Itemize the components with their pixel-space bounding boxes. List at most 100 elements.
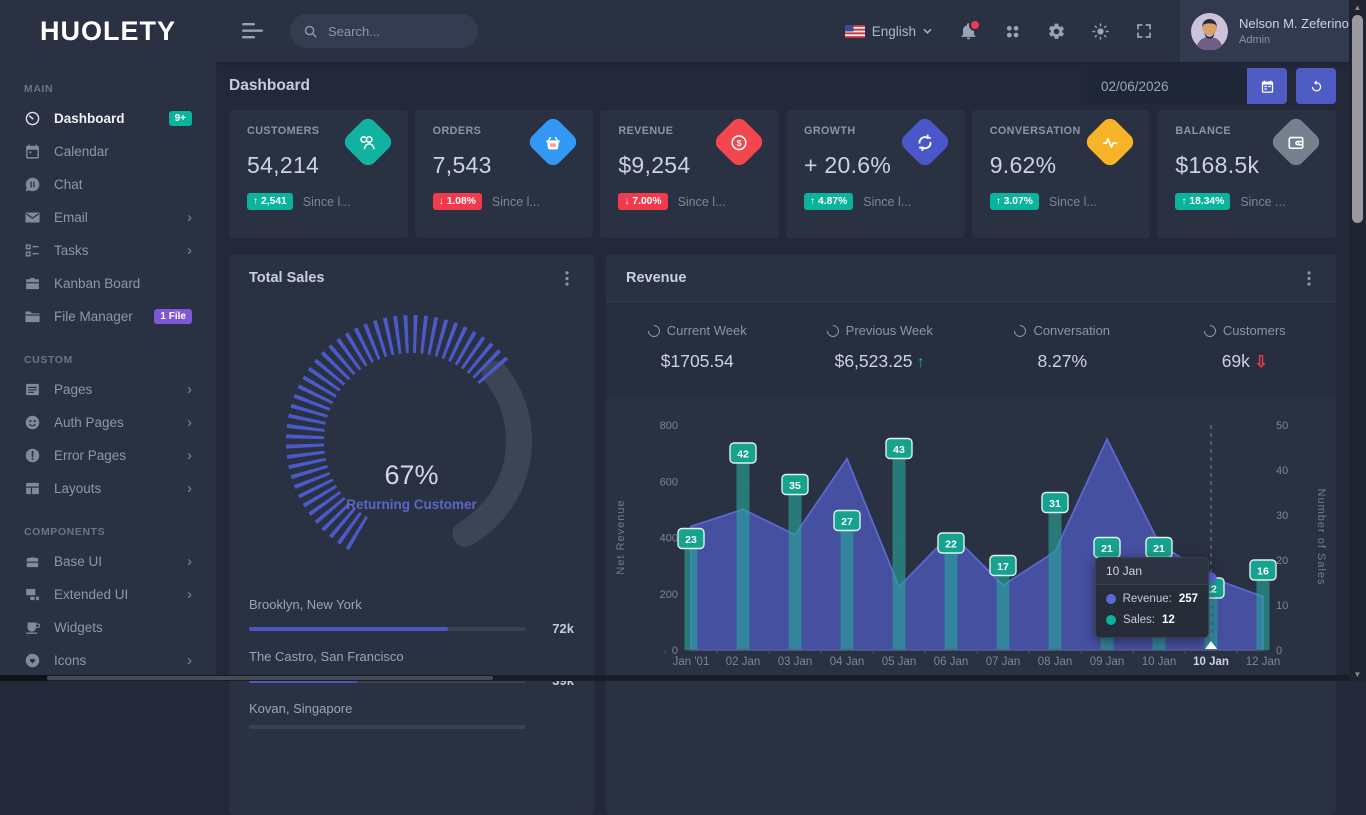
extended-ui-icon (24, 586, 41, 603)
sales-bar-value: 42 (737, 449, 749, 461)
chevron-right-icon: › (187, 210, 192, 225)
sidebar-item-file-manager[interactable]: File Manager1 File (0, 300, 216, 333)
chart-tooltip: 10 Jan Revenue: 257 Sales: 12 (1095, 557, 1209, 638)
sales-bar[interactable] (789, 493, 802, 651)
stat-card-delta: 4.87% (818, 196, 847, 207)
progress-track (249, 627, 526, 631)
svg-text:$: $ (737, 137, 742, 147)
user-menu[interactable]: Nelson M. Zeferino Admin (1180, 0, 1349, 62)
sidebar-item-base-ui[interactable]: Base UI› (0, 545, 216, 578)
sales-bar[interactable] (945, 551, 958, 650)
stat-card-since: Since l... (863, 195, 911, 209)
sidebar-item-badge: 9+ (169, 111, 192, 126)
sales-bar[interactable] (841, 529, 854, 651)
sidebar-item-tasks[interactable]: Tasks› (0, 234, 216, 267)
date-group (1087, 68, 1336, 104)
calendar-button[interactable] (1247, 68, 1287, 104)
sales-bar-value: 17 (997, 561, 1009, 573)
arrow-up-icon: ↑ (810, 196, 818, 207)
revenue-stat-previous-week[interactable]: Previous Week$6,523.25 ↑ (789, 323, 972, 372)
x-axis-label: 12 Jan (1246, 656, 1281, 668)
right-axis-tick: 40 (1276, 465, 1288, 477)
sidebar-item-pages[interactable]: Pages› (0, 373, 216, 406)
refresh-icon (1309, 79, 1324, 94)
sidebar-section-header: CUSTOM (24, 354, 192, 366)
horizontal-scrollbar[interactable] (0, 675, 1349, 681)
sidebar-item-icons[interactable]: Icons› (0, 644, 216, 677)
sidebar-item-auth-pages[interactable]: Auth Pages› (0, 406, 216, 439)
sidebar-item-chat[interactable]: Chat (0, 168, 216, 201)
notifications-bell-icon[interactable] (959, 22, 978, 41)
revenue-menu-icon[interactable] (1302, 271, 1316, 286)
arrow-up-icon: ↑ (996, 196, 1004, 207)
revenue-card: Revenue Current Week$1705.54Previous Wee… (606, 255, 1336, 815)
sidebar-item-label: Layouts (54, 481, 101, 496)
stat-card-footer: ↓ 1.08%Since l... (433, 193, 576, 210)
theme-sun-icon[interactable] (1091, 22, 1110, 41)
sidebar-nav: MAINDashboard9+CalendarChatEmail›Tasks›K… (0, 83, 216, 677)
menu-toggle-icon[interactable] (242, 22, 266, 40)
sidebar-item-extended-ui[interactable]: Extended UI › (0, 578, 216, 611)
sales-bar[interactable] (737, 461, 750, 650)
sidebar-item-layouts[interactable]: Layouts› (0, 472, 216, 505)
layouts-icon (24, 480, 41, 497)
language-selector[interactable]: English (845, 24, 932, 39)
revenue-series-dot (1106, 594, 1116, 604)
sales-bar[interactable] (893, 457, 906, 651)
stat-card-delta: 2,541 (261, 196, 287, 207)
scroll-down-arrow[interactable]: ▼ (1349, 667, 1366, 681)
user-name: Nelson M. Zeferino (1239, 16, 1349, 31)
sidebar-item-kanban-board[interactable]: Kanban Board (0, 267, 216, 300)
topbar-right: English (845, 0, 1349, 62)
x-axis-label: 06 Jan (934, 656, 969, 668)
sales-bar[interactable] (1257, 578, 1270, 650)
clock-circle-icon (1012, 322, 1029, 339)
search-input[interactable] (326, 23, 460, 40)
scroll-up-arrow[interactable]: ▲ (1349, 0, 1366, 14)
revenue-stat-current-week[interactable]: Current Week$1705.54 (606, 323, 789, 372)
chevron-right-icon: › (187, 415, 192, 430)
sidebar-item-error-pages[interactable]: Error Pages› (0, 439, 216, 472)
brand-logo[interactable]: HUOLETY (0, 0, 216, 62)
stat-card-delta-badge: ↑ 4.87% (804, 193, 853, 210)
page-title: Dashboard (229, 77, 310, 95)
fullscreen-icon[interactable] (1135, 22, 1153, 40)
sidebar: HUOLETY MAINDashboard9+CalendarChatEmail… (0, 0, 216, 681)
sidebar-item-dashboard[interactable]: Dashboard9+ (0, 102, 216, 135)
revenue-stats-strip: Current Week$1705.54Previous Week$6,523.… (606, 302, 1336, 397)
x-axis-label: 10 Jan (1142, 656, 1177, 668)
stat-card-revenue: REVENUE$$9,254↓ 7.00%Since l... (600, 110, 779, 238)
sidebar-item-widgets[interactable]: Widgets (0, 611, 216, 644)
chevron-right-icon: › (187, 554, 192, 569)
revenue-stat-conversation[interactable]: Conversation8.27% (971, 323, 1154, 372)
sales-bar-value: 23 (685, 534, 697, 546)
sales-bar[interactable] (997, 574, 1010, 651)
sales-bar[interactable] (685, 547, 698, 651)
clock-circle-icon (824, 322, 841, 339)
calendar-icon (24, 143, 41, 160)
auth-pages-icon (24, 414, 41, 431)
revenue-stat-value: $6,523.25 (835, 351, 913, 371)
vertical-scroll-thumb[interactable] (1352, 15, 1363, 223)
apps-grid-icon[interactable] (1003, 22, 1022, 41)
revenue-stat-value: 8.27% (1037, 351, 1087, 371)
revenue-stat-customers[interactable]: Customers69k ⇩ (1154, 323, 1337, 372)
sales-bar[interactable] (1049, 511, 1062, 651)
sidebar-item-email[interactable]: Email› (0, 201, 216, 234)
sidebar-item-calendar[interactable]: Calendar (0, 135, 216, 168)
sidebar-item-label: Extended UI (54, 587, 128, 602)
settings-gear-icon[interactable] (1047, 22, 1066, 41)
sidebar-item-label: Calendar (54, 144, 109, 159)
vertical-scrollbar[interactable]: ▲ ▼ (1349, 0, 1366, 681)
search-box (290, 14, 478, 48)
locations-list: Brooklyn, New York72kThe Castro, San Fra… (229, 581, 594, 729)
horizontal-scroll-thumb[interactable] (47, 676, 493, 680)
chevron-right-icon: › (187, 587, 192, 602)
refresh-button[interactable] (1296, 68, 1336, 104)
stat-card-delta-badge: ↓ 1.08% (433, 193, 482, 210)
returning-customer-gauge: 67% Returning Customer (229, 301, 594, 581)
total-sales-menu-icon[interactable] (560, 271, 574, 286)
icons-icon (24, 652, 41, 669)
date-input[interactable] (1087, 68, 1247, 104)
gauge-label: Returning Customer (229, 497, 594, 512)
